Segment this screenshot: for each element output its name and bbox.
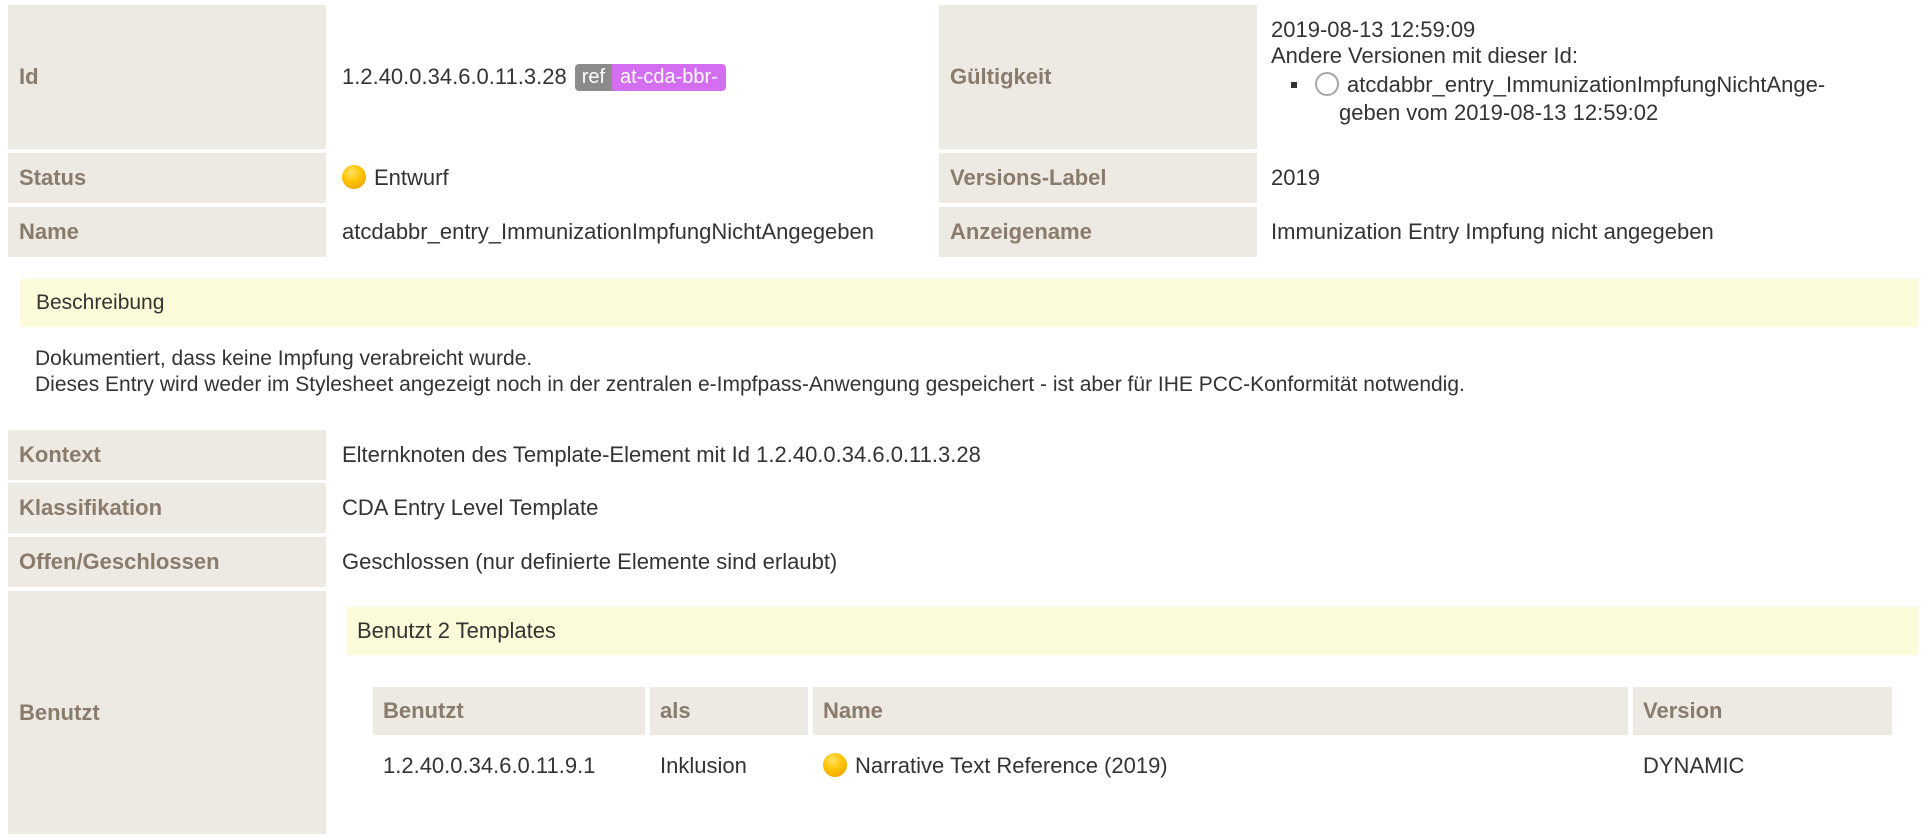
classification-value: CDA Entry Level Template xyxy=(342,495,599,520)
other-version-item[interactable]: atcdabbr_entry_ImmunizationImpfungNichtA… xyxy=(1291,71,1825,127)
other-version-line1: atcdabbr_entry_ImmunizationImpfungNichtA… xyxy=(1347,72,1826,97)
display-name-value: Immunization Entry Impfung nicht angegeb… xyxy=(1271,219,1714,244)
context-label: Kontext xyxy=(8,430,326,480)
uses-row-as: Inklusion xyxy=(660,753,747,778)
name-label: Name xyxy=(8,207,326,257)
id-label: Id xyxy=(8,5,326,149)
uses-row-id[interactable]: 1.2.40.0.34.6.0.11.9.1 xyxy=(373,742,645,790)
status-ring-icon xyxy=(1315,72,1339,97)
uses-row-name[interactable]: Narrative Text Reference (2019) xyxy=(813,742,1628,790)
uses-row-version: DYNAMIC xyxy=(1643,753,1745,778)
description-text: Dokumentiert, dass keine Impfung verabre… xyxy=(35,346,1915,398)
other-versions-text: Andere Versionen mit dieser Id: xyxy=(1271,43,1578,68)
uses-col-benutzt: Benutzt xyxy=(373,687,645,735)
id-value: 1.2.40.0.34.6.0.11.3.28 ref at-cda-bbr- xyxy=(342,5,932,149)
display-name-label: Anzeigename xyxy=(939,207,1257,257)
context-value: Elternknoten des Template-Element mit Id… xyxy=(342,442,981,467)
validity-value: 2019‑08‑13 12:59:09 Andere Versionen mit… xyxy=(1271,5,1921,149)
version-label-label: Versions-Label xyxy=(939,153,1257,203)
uses-row-name-text: Narrative Text Reference (2019) xyxy=(855,753,1168,778)
open-closed-label: Offen/Geschlossen xyxy=(8,537,326,587)
uses-col-version: Version xyxy=(1633,687,1892,735)
status-text: Entwurf xyxy=(374,165,449,190)
status-value: Entwurf xyxy=(342,153,932,203)
uses-col-als: als xyxy=(650,687,808,735)
prefix-badge: at-cda-bbr- xyxy=(612,63,726,91)
status-label: Status xyxy=(8,153,326,203)
uses-col-name: Name xyxy=(813,687,1628,735)
validity-date: 2019‑08‑13 12:59:09 xyxy=(1271,17,1476,42)
ref-badge: ref xyxy=(574,63,613,91)
open-closed-value: Geschlossen (nur definierte Elemente sin… xyxy=(342,549,838,574)
uses-header: Benutzt 2 Templates xyxy=(347,607,1918,655)
validity-label: Gültigkeit xyxy=(939,5,1257,149)
classification-label: Klassifikation xyxy=(8,483,326,533)
uses-label: Benutzt xyxy=(8,591,326,834)
draft-status-icon xyxy=(342,165,366,189)
name-value: atcdabbr_entry_ImmunizationImpfungNichtA… xyxy=(342,219,874,244)
template-id: 1.2.40.0.34.6.0.11.3.28 xyxy=(342,64,567,89)
other-version-line2: geben vom 2019‑08‑13 12:59:02 xyxy=(1339,100,1659,125)
bullet-icon xyxy=(1291,82,1297,88)
draft-status-icon xyxy=(823,753,847,777)
description-line1: Dokumentiert, dass keine Impfung verabre… xyxy=(35,347,533,370)
description-line2: Dieses Entry wird weder im Stylesheet an… xyxy=(35,373,1465,396)
version-label-value: 2019 xyxy=(1271,165,1320,190)
description-header: Beschreibung xyxy=(20,279,1918,327)
